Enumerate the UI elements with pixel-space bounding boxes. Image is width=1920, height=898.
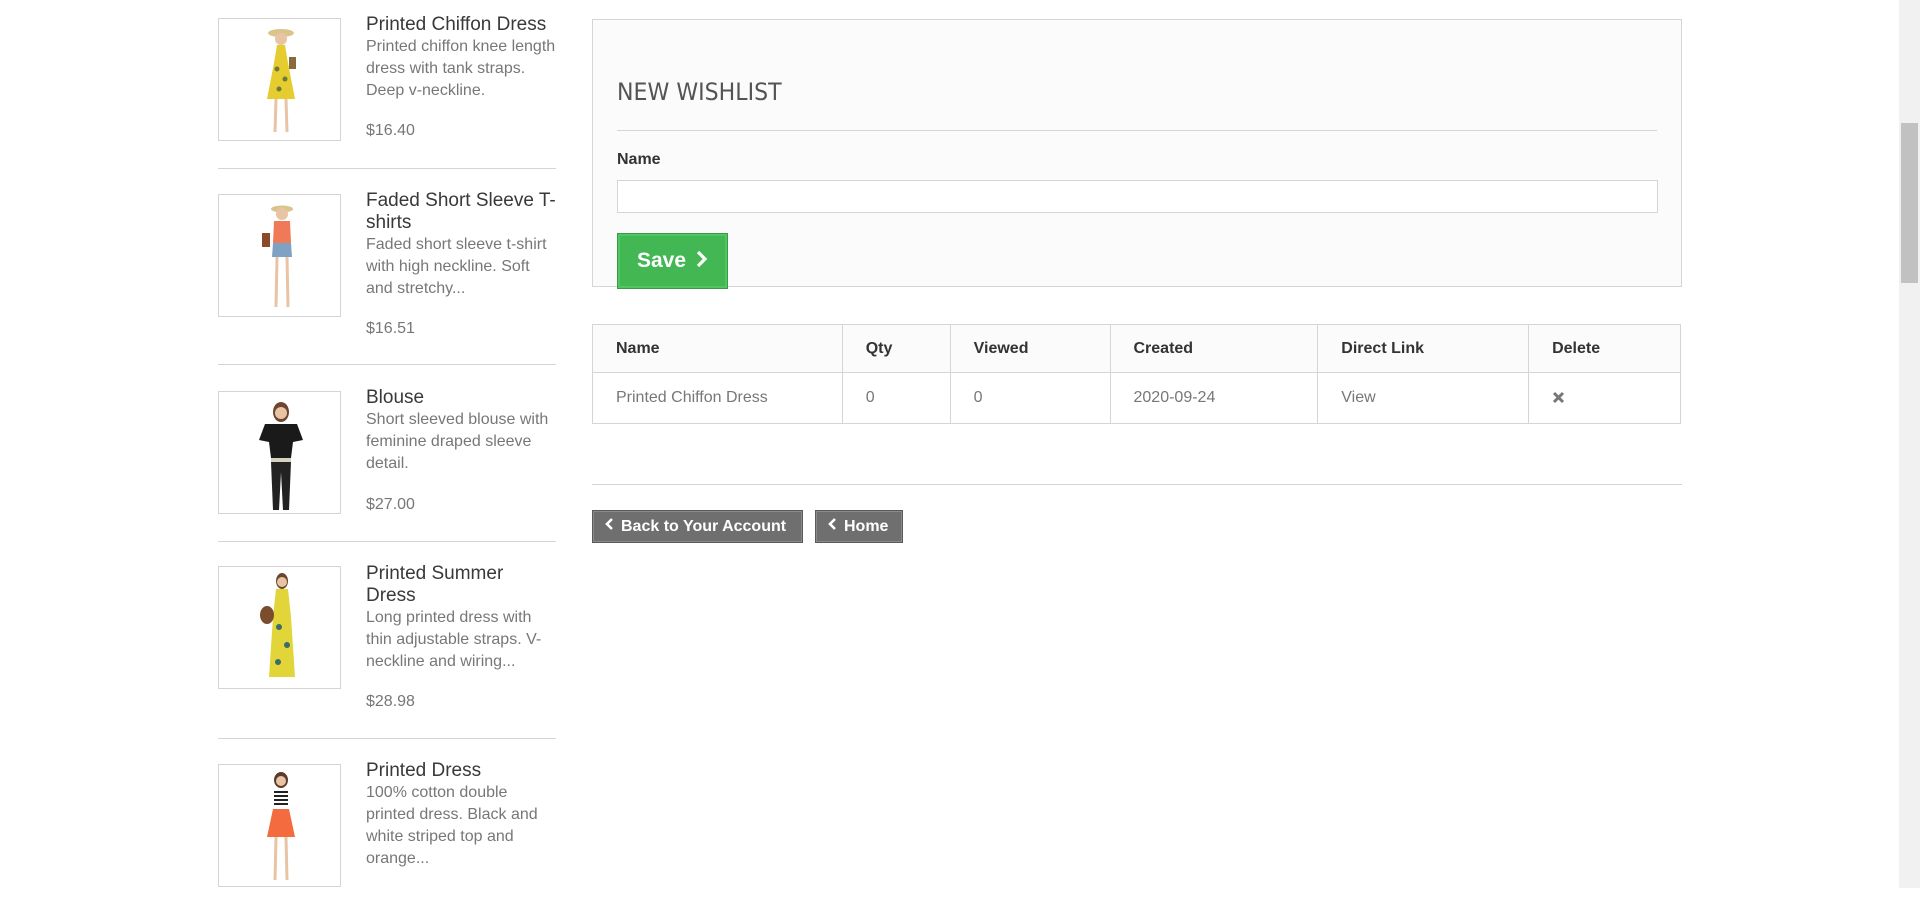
wishlist-created-cell: 2020-09-24 [1109,372,1319,424]
yellow-dress-model-image [267,29,296,133]
wishlist-link-cell: View [1317,372,1530,424]
product-name[interactable]: Printed Summer Dress [366,563,556,607]
back-button-label: Back to Your Account [621,517,787,535]
table-header-row: Name Qty Viewed Created Direct Link Dele… [592,324,1681,373]
product-name[interactable]: Blouse [366,387,556,409]
product-item: Printed Summer Dress Long printed dress … [218,541,556,739]
home-button-label: Home [844,517,889,535]
wishlist-name-cell[interactable]: Printed Chiffon Dress [592,372,843,424]
product-price: $28.98 [366,693,415,710]
product-description: 100% cotton double printed dress. Black … [366,784,538,867]
chevron-right-icon [696,250,708,272]
product-image[interactable] [218,566,341,689]
save-button[interactable]: Save [617,233,728,289]
wishlist-qty-cell: 0 [841,372,951,424]
new-wishlist-form: NEW WISHLIST Name Save [592,19,1682,289]
page-scrollbar[interactable] [1899,0,1920,888]
back-to-account-button[interactable]: Back to Your Account [592,510,803,543]
product-item: Blouse Short sleeved blouse with feminin… [218,364,556,542]
scrollbar-thumb[interactable] [1901,123,1918,283]
wishlist-delete-cell [1528,372,1681,424]
view-link[interactable]: View [1341,389,1375,406]
product-price: $16.51 [366,320,415,337]
orange-printed-dress-model-image [267,772,295,881]
column-header-name: Name [592,324,843,373]
product-image[interactable] [218,764,341,887]
column-header-created: Created [1109,324,1319,373]
chevron-left-icon [605,517,614,536]
wishlist-name-input[interactable] [617,180,1658,213]
product-price: $16.40 [366,122,415,139]
product-image[interactable] [218,18,341,141]
home-button[interactable]: Home [815,510,903,543]
yellow-summer-dress-model-image [260,573,295,677]
black-blouse-model-image [259,402,303,510]
column-header-qty: Qty [841,324,951,373]
product-image[interactable] [218,391,341,514]
table-row: Printed Chiffon Dress 0 0 2020-09-24 Vie… [592,372,1681,424]
product-name[interactable]: Printed Dress [366,760,556,782]
product-item: Faded Short Sleeve T-shirts Faded short … [218,168,556,365]
chevron-left-icon [828,517,837,536]
name-label: Name [617,151,661,168]
section-divider [592,484,1682,485]
product-description: Short sleeved blouse with feminine drape… [366,411,549,472]
wishlist-table: Name Qty Viewed Created Direct Link Dele… [592,324,1681,424]
product-name[interactable]: Faded Short Sleeve T-shirts [366,190,556,234]
product-name[interactable]: Printed Chiffon Dress [366,14,556,36]
close-icon[interactable] [1552,388,1565,408]
product-item: Printed Dress 100% cotton double printed… [218,738,556,898]
product-item: Printed Chiffon Dress Printed chiffon kn… [218,0,556,169]
column-header-delete: Delete [1528,324,1681,373]
orange-tshirt-model-image [262,205,293,308]
column-header-direct-link: Direct Link [1317,324,1530,373]
product-price: $27.00 [366,496,415,513]
form-divider [617,130,1657,131]
wishlist-viewed-cell: 0 [949,372,1111,424]
form-title: NEW WISHLIST [617,78,782,106]
product-description: Printed chiffon knee length dress with t… [366,38,556,99]
product-image[interactable] [218,194,341,317]
column-header-viewed: Viewed [949,324,1111,373]
product-description: Long printed dress with thin adjustable … [366,609,542,670]
save-button-label: Save [636,249,687,272]
product-description: Faded short sleeve t-shirt with high nec… [366,236,547,297]
